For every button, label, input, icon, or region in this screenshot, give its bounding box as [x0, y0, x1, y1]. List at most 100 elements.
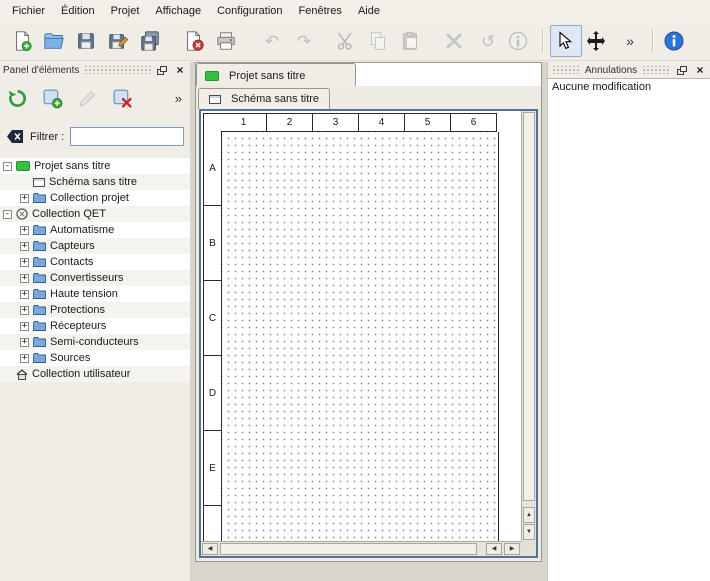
expand-icon[interactable]: +	[20, 338, 29, 347]
paste-button[interactable]	[396, 25, 428, 57]
about-button[interactable]	[660, 25, 692, 57]
scroll-left-button[interactable]: ◀	[202, 543, 218, 555]
print-button[interactable]	[212, 25, 244, 57]
scroll-up-button[interactable]: ▲	[523, 507, 535, 523]
filter-input[interactable]	[70, 127, 184, 146]
undo-panel-titlebar[interactable]: Annulations ×	[548, 62, 710, 78]
close-panel-button[interactable]: ×	[173, 64, 187, 77]
open-folder-icon	[43, 30, 65, 52]
menu-fichier[interactable]: Fichier	[4, 1, 53, 21]
top-ruler: 1 2 3 4 5 6	[221, 113, 497, 132]
delete-button[interactable]	[440, 25, 472, 57]
tree-item-capteurs[interactable]: + Capteurs	[0, 238, 190, 254]
expand-icon[interactable]: +	[20, 258, 29, 267]
undo-history-list[interactable]: Aucune modification	[548, 78, 710, 581]
tree-item-protections[interactable]: + Protections	[0, 302, 190, 318]
horizontal-scrollbar-thumb[interactable]	[220, 543, 477, 555]
close-file-button[interactable]	[180, 25, 212, 57]
tree-item-automatisme[interactable]: + Automatisme	[0, 222, 190, 238]
reload-collections-button[interactable]	[4, 83, 34, 113]
tree-item-semi-conducteurs[interactable]: + Semi-conducteurs	[0, 334, 190, 350]
new-document-button[interactable]	[8, 25, 40, 57]
tree-item-sources[interactable]: + Sources	[0, 350, 190, 366]
schema-icon	[33, 178, 45, 187]
copy-button[interactable]	[364, 25, 396, 57]
save-button[interactable]	[72, 25, 104, 57]
collapse-icon[interactable]: -	[3, 162, 12, 171]
collapse-icon[interactable]: -	[3, 210, 12, 219]
toolbar-overflow-button[interactable]: »	[614, 25, 646, 57]
save-as-button[interactable]	[104, 25, 136, 57]
menu-affichage[interactable]: Affichage	[147, 1, 209, 21]
pan-mode-button[interactable]	[582, 25, 614, 57]
main-toolbar: ↶ ↷ ↺ »	[0, 22, 710, 61]
mdi-area: Projet sans titre Schéma sans titre 1	[190, 62, 548, 581]
project-tab-bar: Projet sans titre	[196, 63, 541, 87]
tree-item-haute-tension[interactable]: + Haute tension	[0, 286, 190, 302]
menu-edition[interactable]: Édition	[53, 1, 103, 21]
tree-item-recepteurs[interactable]: + Récepteurs	[0, 318, 190, 334]
scroll-left-button-2[interactable]: ◀	[486, 543, 502, 555]
close-panel-button[interactable]: ×	[693, 64, 707, 77]
project-tab[interactable]: Projet sans titre	[196, 63, 356, 87]
grid-dots-area[interactable]	[222, 132, 499, 541]
tree-item-collection-utilisateur[interactable]: Collection utilisateur	[0, 366, 190, 382]
ruler-row-label: C	[204, 281, 221, 356]
select-mode-button[interactable]	[550, 25, 582, 57]
menu-configuration[interactable]: Configuration	[209, 1, 290, 21]
undo-button[interactable]: ↶	[256, 25, 288, 57]
open-project-button[interactable]	[40, 25, 72, 57]
save-all-button[interactable]	[136, 25, 168, 57]
vertical-scrollbar-thumb[interactable]	[523, 112, 535, 501]
info-button[interactable]	[504, 25, 536, 57]
expand-icon[interactable]: +	[20, 194, 29, 203]
expand-icon[interactable]: +	[20, 306, 29, 315]
elements-panel-titlebar[interactable]: Panel d'éléments ×	[0, 62, 190, 78]
menu-aide[interactable]: Aide	[350, 1, 388, 21]
close-icon: ×	[176, 64, 183, 76]
expand-icon[interactable]: +	[20, 322, 29, 331]
dock-drag-handle[interactable]	[551, 66, 581, 74]
delete-x-icon	[443, 30, 465, 52]
tree-item-contacts[interactable]: + Contacts	[0, 254, 190, 270]
ruler-column-label: 6	[451, 113, 497, 132]
project-icon	[205, 71, 219, 81]
schema-tab[interactable]: Schéma sans titre	[198, 88, 330, 109]
schema-canvas[interactable]: 1 2 3 4 5 6 A B C D E	[201, 111, 521, 541]
tree-item-convertisseurs[interactable]: + Convertisseurs	[0, 270, 190, 286]
expand-icon[interactable]: +	[20, 274, 29, 283]
redo-button[interactable]: ↷	[288, 25, 320, 57]
tree-item-label: Protections	[50, 304, 105, 316]
scroll-down-icon: ▼	[526, 529, 532, 535]
clear-filter-button[interactable]	[6, 129, 24, 144]
folder-icon	[33, 321, 46, 331]
menu-fenetres[interactable]: Fenêtres	[291, 1, 350, 21]
tree-item-project[interactable]: - Projet sans titre	[0, 158, 190, 174]
delete-element-button[interactable]	[109, 83, 139, 113]
edit-element-button[interactable]	[74, 83, 104, 113]
elements-panel: Panel d'éléments × » Filtrer : - Projet …	[0, 62, 190, 581]
tree-item-collection-qet[interactable]: - Collection QET	[0, 206, 190, 222]
scroll-down-button[interactable]: ▼	[523, 524, 535, 540]
vertical-scrollbar[interactable]: ▲ ▼	[521, 111, 536, 541]
horizontal-scrollbar[interactable]: ◀ ◀ ▶	[201, 541, 521, 556]
dock-drag-handle[interactable]	[83, 66, 151, 74]
float-panel-button[interactable]	[675, 64, 689, 77]
scroll-right-button[interactable]: ▶	[504, 543, 520, 555]
expand-icon[interactable]: +	[20, 226, 29, 235]
tree-item-collection-projet[interactable]: + Collection projet	[0, 190, 190, 206]
expand-icon[interactable]: +	[20, 354, 29, 363]
panel-overflow-button[interactable]: »	[171, 91, 186, 106]
expand-icon[interactable]: +	[20, 290, 29, 299]
menu-projet[interactable]: Projet	[103, 1, 148, 21]
undo-empty-entry[interactable]: Aucune modification	[548, 79, 710, 95]
folder-icon	[33, 289, 46, 299]
tree-item-schema[interactable]: Schéma sans titre	[0, 174, 190, 190]
rotate-button[interactable]: ↺	[472, 25, 504, 57]
ruler-row-label: B	[204, 206, 221, 281]
cut-button[interactable]	[332, 25, 364, 57]
dock-drag-handle[interactable]	[641, 66, 671, 74]
new-element-button[interactable]	[39, 83, 69, 113]
float-panel-button[interactable]	[155, 64, 169, 77]
expand-icon[interactable]: +	[20, 242, 29, 251]
